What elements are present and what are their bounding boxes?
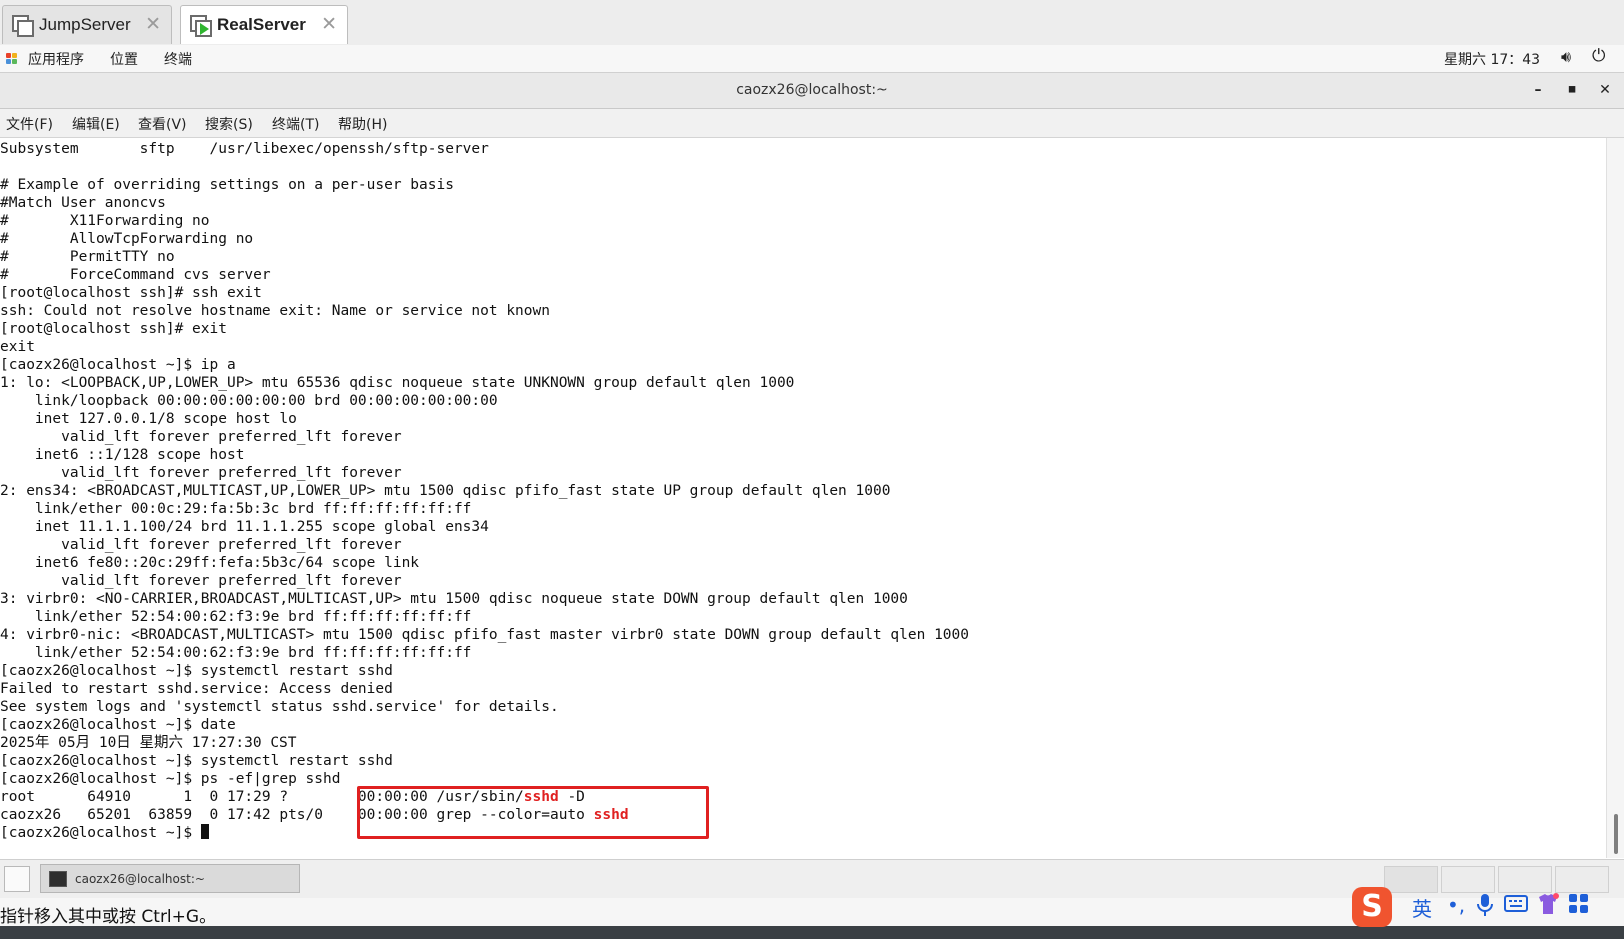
- vm-tab-bar: JumpServer ✕ RealServer ✕: [0, 0, 1624, 46]
- close-button[interactable]: ✕: [1594, 80, 1616, 100]
- terminal-line: See system logs and 'systemctl status ss…: [0, 699, 559, 715]
- terminal-output[interactable]: Subsystem sftp /usr/libexec/openssh/sftp…: [0, 138, 1606, 858]
- hint-text: 指针移入其中或按 Ctrl+G。: [0, 907, 217, 927]
- vm-tab-realserver[interactable]: RealServer ✕: [180, 5, 348, 44]
- terminal-line: valid_lft forever preferred_lft forever: [0, 429, 402, 445]
- menu-help[interactable]: 帮助(H): [338, 114, 387, 134]
- terminal-line: # ForceCommand cvs server: [0, 267, 271, 283]
- menu-view[interactable]: 查看(V): [138, 114, 187, 134]
- ime-punctuation-toggle[interactable]: •,: [1447, 893, 1465, 917]
- terminal-text: Subsystem sftp /usr/libexec/openssh/sftp…: [0, 140, 969, 842]
- ime-language-toggle[interactable]: 英: [1412, 893, 1432, 922]
- terminal-line: inet6 fe80::20c:29ff:fefa:5b3c/64 scope …: [0, 555, 420, 571]
- grid-icon[interactable]: [1568, 893, 1590, 920]
- skin-icon[interactable]: [1536, 893, 1560, 920]
- menu-terminal[interactable]: 终端(T): [272, 114, 319, 134]
- taskbar-window-label: caozx26@localhost:~: [75, 871, 205, 886]
- terminal-icon: [49, 870, 67, 887]
- terminal-line: inet 11.1.1.100/24 brd 11.1.1.255 scope …: [0, 519, 489, 535]
- window-titlebar[interactable]: caozx26@localhost:~ – ◼ ✕: [0, 73, 1624, 109]
- keyboard-icon[interactable]: [1504, 893, 1528, 918]
- terminal-scrollbar[interactable]: [1606, 138, 1624, 858]
- applications-icon: [6, 53, 18, 65]
- menu-search[interactable]: 搜索(S): [205, 114, 253, 134]
- terminal-line: [caozx26@localhost ~]$ date: [0, 717, 236, 733]
- terminal-line: inet 127.0.0.1/8 scope host lo: [0, 411, 297, 427]
- terminal-line: [root@localhost ssh]# ssh exit: [0, 285, 262, 301]
- ime-logo[interactable]: S: [1352, 887, 1392, 927]
- vm-tab-label: RealServer: [217, 15, 306, 34]
- cursor: [200, 824, 209, 839]
- terminal-line: link/ether 00:0c:29:fa:5b:3c brd ff:ff:f…: [0, 501, 472, 517]
- places-menu[interactable]: 位置: [110, 49, 138, 69]
- terminal-line: link/ether 52:54:00:62:f3:9e brd ff:ff:f…: [0, 609, 472, 625]
- shell-prompt: [caozx26@localhost ~]$: [0, 825, 201, 841]
- terminal-line: 3: virbr0: <NO-CARRIER,BROADCAST,MULTICA…: [0, 591, 908, 607]
- terminal-line: 2025年 05月 10日 星期六 17:27:30 CST: [0, 735, 297, 751]
- terminal-line: [caozx26@localhost ~]$ systemctl restart…: [0, 753, 393, 769]
- terminal-menu[interactable]: 终端: [164, 49, 192, 69]
- top-panel: 应用程序 位置 终端 星期六 17：43 🔊︎ ⏻: [0, 45, 1624, 73]
- terminal-line: # AllowTcpForwarding no: [0, 231, 254, 247]
- close-tab-icon[interactable]: ✕: [145, 14, 161, 34]
- terminal-line: Subsystem sftp /usr/libexec/openssh/sftp…: [0, 141, 489, 157]
- terminal-line: valid_lft forever preferred_lft forever: [0, 537, 402, 553]
- host-taskbar-strip: [0, 926, 1624, 939]
- volume-icon[interactable]: 🔊︎: [1561, 47, 1571, 67]
- terminal-line: [caozx26@localhost ~]$ ps -ef|grep sshd: [0, 771, 341, 787]
- terminal-line: ssh: Could not resolve hostname exit: Na…: [0, 303, 550, 319]
- highlight-annotation-box: [357, 786, 709, 839]
- vm-tab-jumpserver[interactable]: JumpServer ✕: [2, 5, 172, 44]
- terminal-line: 1: lo: <LOOPBACK,UP,LOWER_UP> mtu 65536 …: [0, 375, 795, 391]
- terminal-line: Failed to restart sshd.service: Access d…: [0, 681, 393, 697]
- applications-menu[interactable]: 应用程序: [28, 49, 84, 69]
- clock[interactable]: 星期六 17：43: [1444, 49, 1540, 69]
- vm-icon: [12, 15, 34, 37]
- terminal-line: link/ether 52:54:00:62:f3:9e brd ff:ff:f…: [0, 645, 472, 661]
- terminal-line: # Example of overriding settings on a pe…: [0, 177, 454, 193]
- terminal-line: inet6 ::1/128 scope host: [0, 447, 245, 463]
- vm-running-icon: [190, 15, 212, 37]
- terminal-line: # PermitTTY no: [0, 249, 175, 265]
- window-title: caozx26@localhost:~: [736, 82, 888, 98]
- vm-tab-label: JumpServer: [39, 15, 131, 34]
- menubar: 文件(F) 编辑(E) 查看(V) 搜索(S) 终端(T) 帮助(H): [0, 109, 1624, 138]
- taskbar-window-button[interactable]: caozx26@localhost:~: [40, 864, 300, 893]
- terminal-line: #Match User anoncvs: [0, 195, 166, 211]
- menu-edit[interactable]: 编辑(E): [72, 114, 120, 134]
- terminal-line: 4: virbr0-nic: <BROADCAST,MULTICAST> mtu…: [0, 627, 970, 643]
- terminal-line: [caozx26@localhost ~]$ systemctl restart…: [0, 663, 393, 679]
- terminal-line: valid_lft forever preferred_lft forever: [0, 465, 402, 481]
- terminal-line: 2: ens34: <BROADCAST,MULTICAST,UP,LOWER_…: [0, 483, 891, 499]
- show-desktop-button[interactable]: [4, 866, 30, 892]
- terminal-line: exit: [0, 339, 35, 355]
- close-tab-icon[interactable]: ✕: [321, 14, 337, 34]
- microphone-icon[interactable]: [1476, 893, 1494, 922]
- maximize-button[interactable]: ◼: [1561, 80, 1583, 100]
- power-icon[interactable]: ⏻: [1592, 46, 1605, 66]
- terminal-line: [caozx26@localhost ~]$ ip a: [0, 357, 236, 373]
- terminal-line: link/loopback 00:00:00:00:00:00 brd 00:0…: [0, 393, 498, 409]
- ime-toolbar: S 英 •,: [1352, 885, 1624, 927]
- scroll-thumb[interactable]: [1614, 814, 1618, 854]
- terminal-line: [root@localhost ssh]# exit: [0, 321, 227, 337]
- terminal-line: # X11Forwarding no: [0, 213, 210, 229]
- menu-file[interactable]: 文件(F): [6, 114, 53, 134]
- terminal-line: valid_lft forever preferred_lft forever: [0, 573, 402, 589]
- minimize-button[interactable]: –: [1527, 80, 1549, 100]
